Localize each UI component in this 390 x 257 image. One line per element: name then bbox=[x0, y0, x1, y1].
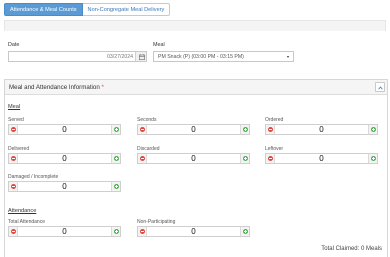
leftover-value[interactable]: 0 bbox=[275, 154, 368, 163]
served-label: Served bbox=[8, 117, 24, 123]
minus-icon bbox=[140, 229, 145, 234]
delivered-value[interactable]: 0 bbox=[18, 154, 111, 163]
tab-bar: Attendance & Meal Counts Non-Congregate … bbox=[4, 3, 171, 16]
meal-section-title: Meal bbox=[8, 104, 21, 110]
meal-select-value: PM Snack (P) (03:00 PM - 03:15 PM) bbox=[158, 54, 244, 60]
total-attendance-label: Total Attendance bbox=[8, 219, 45, 225]
plus-icon bbox=[243, 229, 248, 234]
date-field[interactable]: 03/27/2024 bbox=[8, 51, 147, 62]
damaged-plus-button[interactable] bbox=[111, 182, 120, 191]
plus-icon bbox=[114, 184, 119, 189]
date-label: Date bbox=[8, 42, 20, 48]
minus-icon bbox=[140, 127, 145, 132]
plus-icon bbox=[243, 156, 248, 161]
non-participating-value[interactable]: 0 bbox=[147, 227, 240, 236]
seconds-value[interactable]: 0 bbox=[147, 125, 240, 134]
ordered-stepper: 0 bbox=[265, 124, 378, 135]
ordered-value[interactable]: 0 bbox=[275, 125, 368, 134]
leftover-label: Leftover bbox=[265, 146, 284, 152]
total-attendance-value[interactable]: 0 bbox=[18, 227, 111, 236]
served-stepper: 0 bbox=[8, 124, 121, 135]
calendar-icon bbox=[138, 53, 145, 60]
panel-header: Meal and Attendance Information * bbox=[5, 80, 387, 95]
non-participating-minus-button[interactable] bbox=[138, 227, 147, 236]
served-plus-button[interactable] bbox=[111, 125, 120, 134]
minus-icon bbox=[268, 127, 273, 132]
delivered-plus-button[interactable] bbox=[111, 154, 120, 163]
seconds-stepper: 0 bbox=[137, 124, 250, 135]
plus-icon bbox=[114, 156, 119, 161]
seconds-plus-button[interactable] bbox=[240, 125, 249, 134]
minus-icon bbox=[11, 184, 16, 189]
delivered-minus-button[interactable] bbox=[9, 154, 18, 163]
plus-icon bbox=[371, 127, 376, 132]
date-value: 03/27/2024 bbox=[107, 54, 133, 60]
leftover-stepper: 0 bbox=[265, 153, 378, 164]
attendance-section-title: Attendance bbox=[8, 208, 37, 214]
ordered-minus-button[interactable] bbox=[266, 125, 275, 134]
served-minus-button[interactable] bbox=[9, 125, 18, 134]
tab-non-congregate-meal-delivery[interactable]: Non-Congregate Meal Delivery bbox=[82, 3, 171, 16]
minus-icon bbox=[140, 156, 145, 161]
total-attendance-minus-button[interactable] bbox=[9, 227, 18, 236]
total-claimed: Total Claimed: 0 Meals bbox=[321, 246, 382, 252]
damaged-incomplete-value[interactable]: 0 bbox=[18, 182, 111, 191]
panel-title: Meal and Attendance Information * bbox=[9, 84, 104, 91]
plus-icon bbox=[243, 127, 248, 132]
plus-icon bbox=[114, 127, 119, 132]
required-mark: * bbox=[101, 84, 104, 91]
ordered-plus-button[interactable] bbox=[368, 125, 377, 134]
minus-icon bbox=[11, 127, 16, 132]
meal-label: Meal bbox=[153, 42, 165, 48]
discarded-stepper: 0 bbox=[137, 153, 250, 164]
leftover-minus-button[interactable] bbox=[266, 154, 275, 163]
served-value[interactable]: 0 bbox=[18, 125, 111, 134]
plus-icon bbox=[114, 229, 119, 234]
calendar-button[interactable] bbox=[135, 52, 146, 61]
discarded-value[interactable]: 0 bbox=[147, 154, 240, 163]
chevron-up-icon bbox=[378, 85, 383, 89]
seconds-minus-button[interactable] bbox=[138, 125, 147, 134]
total-attendance-stepper: 0 bbox=[8, 226, 121, 237]
minus-icon bbox=[11, 156, 16, 161]
non-participating-stepper: 0 bbox=[137, 226, 250, 237]
leftover-plus-button[interactable] bbox=[368, 154, 377, 163]
collapse-button[interactable] bbox=[375, 82, 385, 92]
delivered-stepper: 0 bbox=[8, 153, 121, 164]
plus-icon bbox=[371, 156, 376, 161]
panel-title-text: Meal and Attendance Information bbox=[9, 84, 100, 91]
seconds-label: Seconds bbox=[137, 117, 157, 123]
meal-select[interactable]: PM Snack (P) (03:00 PM - 03:15 PM) bbox=[153, 51, 294, 62]
discarded-minus-button[interactable] bbox=[138, 154, 147, 163]
discarded-label: Discarded bbox=[137, 146, 160, 152]
damaged-incomplete-stepper: 0 bbox=[8, 181, 121, 192]
delivered-label: Delivered bbox=[8, 146, 30, 152]
total-attendance-plus-button[interactable] bbox=[111, 227, 120, 236]
toolbar-strip bbox=[4, 20, 386, 31]
chevron-down-icon bbox=[287, 56, 289, 58]
damaged-incomplete-label: Damaged / Incomplete bbox=[8, 174, 59, 180]
ordered-label: Ordered bbox=[265, 117, 284, 123]
discarded-plus-button[interactable] bbox=[240, 154, 249, 163]
minus-icon bbox=[11, 229, 16, 234]
non-participating-label: Non-Participating bbox=[137, 219, 176, 225]
tab-attendance-meal-counts[interactable]: Attendance & Meal Counts bbox=[4, 3, 83, 16]
non-participating-plus-button[interactable] bbox=[240, 227, 249, 236]
minus-icon bbox=[268, 156, 273, 161]
damaged-minus-button[interactable] bbox=[9, 182, 18, 191]
